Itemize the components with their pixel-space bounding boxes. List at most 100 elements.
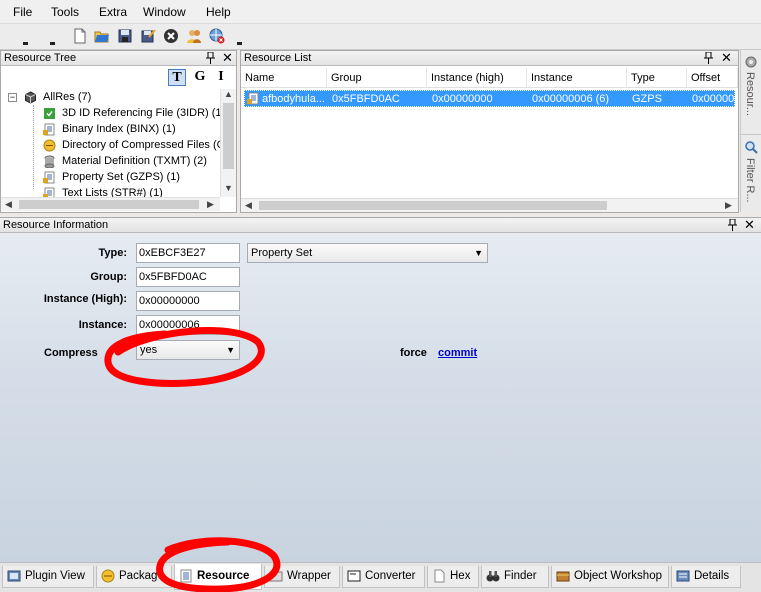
collapse-icon[interactable]: − [8, 93, 17, 102]
resource-icon [180, 569, 192, 583]
tree-item-label: Property Set (GZPS) (1) [62, 171, 180, 183]
tab-converter[interactable]: Converter [342, 566, 425, 588]
toolbar-grip-icon[interactable] [236, 28, 243, 46]
compressed-select[interactable]: yes ▼ [136, 340, 240, 360]
scroll-right-icon[interactable]: ▶ [725, 200, 732, 211]
tab-wrapper[interactable]: Wrapper [264, 566, 340, 588]
tab-plugin-view[interactable]: Plugin View [2, 566, 94, 588]
tab-label: Hex [450, 570, 471, 582]
chevron-down-icon[interactable]: ▼ [226, 341, 235, 359]
menu-extra[interactable]: Extra [99, 5, 127, 19]
menu-tools[interactable]: Tools [51, 5, 79, 19]
scroll-left-icon[interactable]: ◀ [245, 200, 252, 211]
scroll-down-icon[interactable]: ▼ [224, 183, 233, 193]
type-field[interactable]: 0xEBCF3E27 [136, 243, 240, 263]
filter-instance-button[interactable]: I [216, 69, 226, 86]
users-icon[interactable] [186, 28, 202, 44]
scroll-right-icon[interactable]: ▶ [207, 199, 214, 210]
scroll-thumb[interactable] [223, 103, 234, 169]
resource-tree-title: Resource Tree [1, 51, 236, 66]
column-instance-high[interactable]: Instance (high) [427, 68, 527, 88]
save-as-icon[interactable] [140, 28, 156, 44]
object-workshop-icon [556, 571, 570, 582]
tab-label: Wrapper [287, 570, 331, 582]
tab-hex[interactable]: Hex [427, 566, 479, 588]
column-instance[interactable]: Instance [527, 68, 627, 88]
property-set-icon [43, 171, 55, 184]
instance-high-label: Instance (High): [43, 293, 127, 305]
file-3idr-icon [44, 108, 55, 119]
pin-icon[interactable] [206, 52, 215, 64]
table-row[interactable]: afbodyhula... 0x5FBFD0AC 0x00000000 0x00… [244, 90, 735, 107]
scroll-thumb[interactable] [19, 200, 199, 209]
tab-finder[interactable]: Finder [481, 566, 549, 588]
cube-icon [25, 91, 36, 104]
cell-name: afbodyhula... [262, 93, 325, 105]
search-icon[interactable] [744, 140, 758, 154]
type-select-value: Property Set [251, 247, 313, 259]
filter-group-button[interactable]: G [192, 69, 208, 86]
column-offset[interactable]: Offset [687, 68, 738, 88]
group-field[interactable]: 0x5FBFD0AC [136, 267, 240, 287]
binoculars-icon [486, 571, 500, 582]
side-tab-filter[interactable]: Filter R... [744, 158, 756, 203]
instance-field[interactable]: 0x00000006 [136, 315, 240, 335]
instance-high-field[interactable]: 0x00000000 [136, 291, 240, 311]
chevron-down-icon[interactable]: ▼ [474, 244, 483, 262]
tree-horizontal-scrollbar[interactable]: ◀ ▶ [1, 197, 220, 211]
tree-item-label: 3D ID Referencing File (3IDR) (1) [62, 107, 220, 119]
close-icon[interactable]: ✕ [721, 51, 732, 65]
filter-type-button[interactable]: T [168, 69, 186, 86]
text-list-icon [43, 187, 55, 197]
cell-instance-high: 0x00000000 [432, 93, 493, 105]
toolbar [0, 24, 761, 50]
scroll-up-icon[interactable]: ▲ [224, 89, 233, 99]
material-definition-icon [44, 155, 55, 168]
resource-list-title: Resource List [241, 51, 738, 66]
close-icon[interactable]: ✕ [744, 218, 755, 232]
column-name[interactable]: Name [241, 68, 327, 88]
resource-tree-panel: Resource Tree ✕ T G I − AllRes (7) 3D ID… [0, 50, 237, 213]
commit-link[interactable]: commit [438, 347, 477, 359]
menu-window[interactable]: Window [143, 5, 186, 19]
menu-file[interactable]: File [13, 5, 32, 19]
toolbar-grip-icon[interactable] [49, 28, 56, 46]
cell-group: 0x5FBFD0AC [332, 93, 400, 105]
column-type[interactable]: Type [627, 68, 687, 88]
pin-icon[interactable] [728, 219, 737, 231]
instance-label: Instance: [78, 319, 127, 331]
save-icon[interactable] [117, 28, 133, 44]
scroll-thumb[interactable] [259, 201, 607, 210]
tab-resource[interactable]: Resource [174, 564, 262, 590]
resource-info-title: Resource Information [0, 218, 761, 233]
side-tab-resource[interactable]: Resour... [744, 72, 756, 116]
tab-package[interactable]: Packag [96, 566, 172, 588]
web-icon[interactable] [209, 28, 225, 44]
tab-label: Plugin View [25, 570, 85, 582]
tab-label: Packag [119, 570, 158, 582]
converter-icon [347, 570, 361, 582]
tab-details[interactable]: Details [671, 566, 741, 588]
scroll-left-icon[interactable]: ◀ [5, 199, 12, 210]
menu-help[interactable]: Help [206, 5, 231, 19]
type-label: Type: [98, 247, 127, 259]
type-select[interactable]: Property Set ▼ [247, 243, 488, 263]
new-file-icon[interactable] [72, 28, 88, 44]
tree-item-label: Directory of Compressed Files (C [62, 139, 220, 151]
pin-icon[interactable] [704, 52, 713, 64]
toolbar-grip-icon[interactable] [22, 28, 29, 46]
tab-label: Details [694, 570, 730, 582]
list-horizontal-scrollbar[interactable]: ◀ ▶ [241, 198, 738, 212]
tree-vertical-scrollbar[interactable]: ▲ ▼ [220, 89, 236, 197]
gear-icon[interactable] [744, 55, 758, 69]
tab-object-workshop[interactable]: Object Workshop [551, 566, 669, 588]
plugin-view-icon [7, 570, 21, 582]
open-folder-icon[interactable] [94, 28, 110, 44]
details-icon [676, 570, 690, 582]
tree-item-label: Binary Index (BINX) (1) [62, 123, 176, 135]
close-icon[interactable] [163, 28, 179, 44]
close-icon[interactable]: ✕ [222, 51, 233, 65]
column-group[interactable]: Group [327, 68, 427, 88]
resource-info-panel: Resource Information ✕ Type: 0xEBCF3E27 … [0, 217, 761, 562]
compressed-label: Compress [44, 347, 98, 359]
